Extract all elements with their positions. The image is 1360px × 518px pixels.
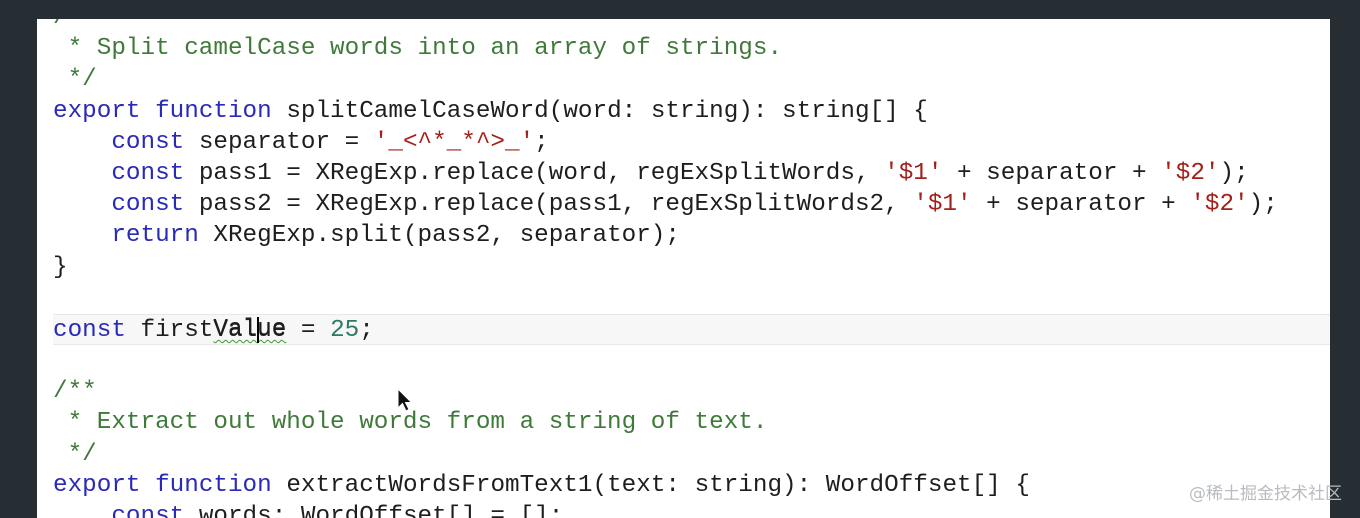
keyword-token: function xyxy=(155,471,272,499)
string-token: '$2' xyxy=(1190,191,1249,219)
code-line[interactable]: export function extractWordsFromText1(te… xyxy=(53,470,1330,501)
keyword-token: return xyxy=(111,222,199,250)
code-line[interactable]: */ xyxy=(53,439,1330,470)
code-line[interactable]: * Split camelCase words into an array of… xyxy=(53,33,1330,64)
code-line[interactable]: return XRegExp.split(pass2, separator); xyxy=(53,220,1330,251)
code-token: words: WordOffset[] = []; xyxy=(184,503,564,518)
code-token: ; xyxy=(534,128,549,156)
code-token: ); xyxy=(1248,191,1278,219)
keyword-token: export xyxy=(53,97,141,125)
code-token: pass2 = XRegExp.replace(pass1, regExSpli… xyxy=(184,191,914,219)
code-line[interactable]: } xyxy=(53,252,1330,283)
keyword-token: const xyxy=(111,159,185,187)
keyword-token: const xyxy=(53,316,126,344)
text-cursor xyxy=(257,316,260,343)
comment-token: */ xyxy=(53,440,97,468)
code-lines[interactable]: /** * Split camelCase words into an arra… xyxy=(53,19,1330,518)
code-editor[interactable]: /** * Split camelCase words into an arra… xyxy=(37,19,1330,518)
code-line[interactable]: */ xyxy=(53,64,1330,95)
code-token: + separator + xyxy=(971,191,1191,219)
keyword-token: const xyxy=(111,128,185,156)
watermark: @稀土掘金技术社区 xyxy=(1189,484,1342,504)
code-line[interactable]: /** xyxy=(53,19,1330,33)
code-line[interactable]: export function splitCamelCaseWord(word:… xyxy=(53,96,1330,127)
code-token: splitCamelCaseWord(word: string): string… xyxy=(271,97,928,125)
code-token: extractWordsFromText1(text: string): Wor… xyxy=(271,471,1030,499)
comment-token: /** xyxy=(53,19,97,31)
code-token: = xyxy=(286,316,331,344)
number-token: 25 xyxy=(330,316,360,344)
code-line[interactable] xyxy=(53,283,1330,314)
code-token: separator = xyxy=(184,128,374,156)
comment-token: */ xyxy=(53,66,97,94)
code-line[interactable]: const separator = '_<^*_*^>_'; xyxy=(53,127,1330,158)
code-line[interactable] xyxy=(53,345,1330,376)
string-token: '$1' xyxy=(913,191,972,219)
keyword-token: const xyxy=(111,503,185,518)
code-line[interactable]: /** xyxy=(53,376,1330,407)
string-token: '$2' xyxy=(1161,159,1220,187)
keyword-token: const xyxy=(111,191,185,219)
code-token: ; xyxy=(359,316,374,344)
code-token: ); xyxy=(1219,159,1249,187)
comment-token: /** xyxy=(53,378,97,406)
code-token: } xyxy=(53,253,68,281)
code-line[interactable]: * Extract out whole words from a string … xyxy=(53,407,1330,438)
mouse-pointer-icon xyxy=(397,388,413,412)
code-line[interactable]: const pass2 = XRegExp.replace(pass1, reg… xyxy=(53,189,1330,220)
code-token: pass1 = XRegExp.replace(word, regExSplit… xyxy=(184,159,885,187)
keyword-token: function xyxy=(155,97,272,125)
code-line[interactable]: const pass1 = XRegExp.replace(word, regE… xyxy=(53,158,1330,189)
code-token: + separator + xyxy=(942,159,1162,187)
code-line-current[interactable]: const firstValue = 25; Value xyxy=(53,313,1330,346)
string-token: '_<^*_*^>_' xyxy=(373,128,535,156)
keyword-token: export xyxy=(53,471,141,499)
comment-token: * Split camelCase words into an array of… xyxy=(53,35,783,63)
spelling-squiggle-word[interactable]: Value xyxy=(213,315,286,344)
code-token: XRegExp.split(pass2, separator); xyxy=(198,222,680,250)
code-line[interactable]: const words: WordOffset[] = []; xyxy=(53,501,1330,518)
string-token: '$1' xyxy=(884,159,943,187)
